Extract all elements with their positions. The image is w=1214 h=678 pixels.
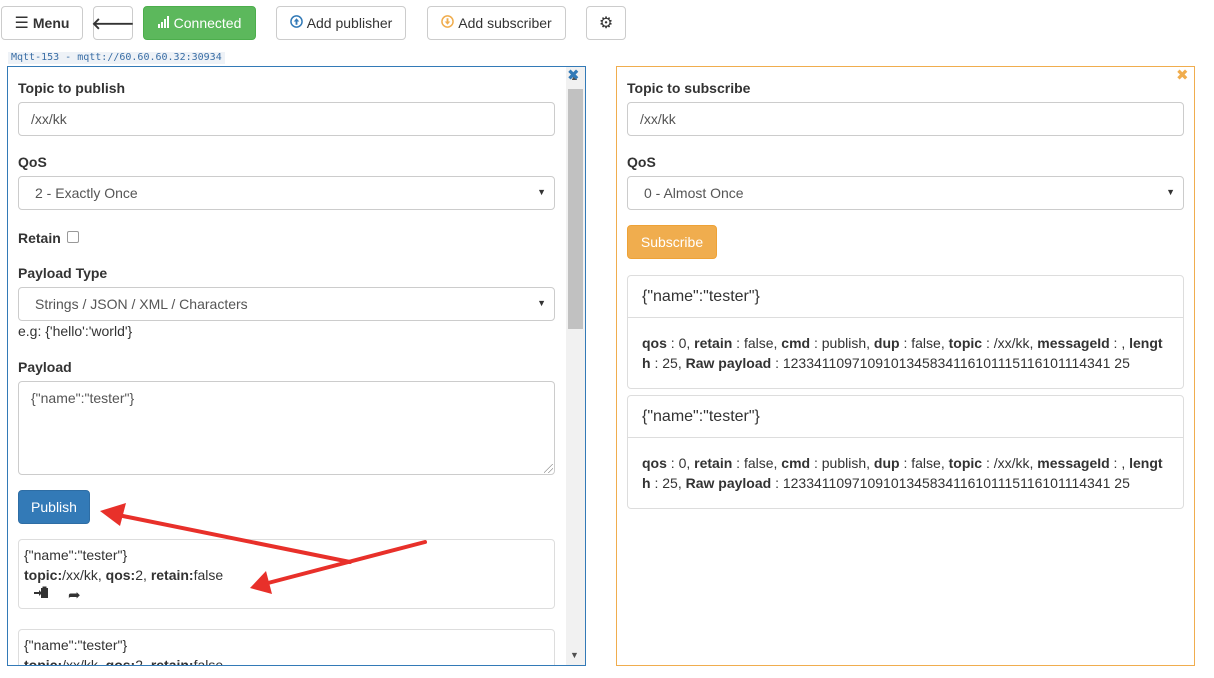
add-subscriber-label: Add subscriber: [458, 15, 552, 31]
payload-label: Payload: [18, 359, 72, 375]
retain-checkbox[interactable]: [67, 231, 79, 243]
arrow-left-icon: 🡐: [91, 15, 135, 33]
add-publisher-button[interactable]: Add publisher: [276, 6, 406, 40]
message-meta: topic:/xx/kk, qos:2, retain:false: [24, 567, 224, 583]
publish-button[interactable]: Publish: [18, 490, 90, 524]
close-publisher-icon[interactable]: ✖: [567, 68, 580, 84]
caret-down-icon: ▼: [537, 298, 546, 308]
scroll-down-icon[interactable]: ▼: [570, 650, 579, 660]
circle-arrow-down-icon: [441, 15, 455, 31]
scroll-thumb[interactable]: [568, 89, 583, 329]
settings-button[interactable]: ⚙: [586, 6, 626, 40]
payload-example-hint: e.g: {'hello':'world'}: [18, 323, 133, 339]
signal-icon: [157, 15, 170, 31]
connected-button[interactable]: Connected: [143, 6, 256, 40]
publisher-scrollbar[interactable]: ▲ ▼: [566, 67, 585, 665]
received-payload: {"name":"tester"}: [628, 396, 1183, 438]
close-subscriber-icon[interactable]: ✖: [1176, 68, 1189, 84]
publisher-panel: Topic to publish /xx/kk QoS 2 - Exactly …: [7, 66, 586, 666]
caret-down-icon: ▼: [537, 187, 546, 197]
topic-publish-label: Topic to publish: [18, 80, 126, 96]
qos-select-value: 2 - Exactly Once: [35, 185, 138, 201]
copy-to-payload-icon[interactable]: [34, 586, 50, 604]
topic-subscribe-input[interactable]: /xx/kk: [627, 102, 1184, 136]
menu-button[interactable]: ☰ Menu: [1, 6, 83, 40]
subscribe-label: Subscribe: [640, 234, 704, 250]
add-publisher-label: Add publisher: [306, 15, 393, 31]
retain-label: Retain: [18, 230, 61, 246]
published-message: {"name":"tester"} topic:/xx/kk, qos:2, r…: [18, 629, 555, 666]
publish-label: Publish: [31, 499, 77, 515]
connected-label: Connected: [173, 15, 242, 31]
share-forward-icon[interactable]: ➦: [68, 586, 81, 604]
qos-label: QoS: [18, 154, 47, 170]
gear-icon: ⚙: [598, 15, 614, 32]
message-meta: topic:/xx/kk, qos:2, retain:false: [24, 657, 224, 666]
sub-qos-select[interactable]: 0 - Almost Once ▼: [627, 176, 1184, 210]
received-message: {"name":"tester"} qos : 0, retain : fals…: [627, 275, 1184, 389]
caret-down-icon: ▼: [1166, 187, 1175, 197]
sub-qos-value: 0 - Almost Once: [644, 185, 744, 201]
resize-grip-icon[interactable]: [544, 464, 553, 473]
circle-arrow-up-icon: [289, 15, 303, 31]
qos-select[interactable]: 2 - Exactly Once ▼: [18, 176, 555, 210]
subscriber-panel: Topic to subscribe /xx/kk QoS 0 - Almost…: [616, 66, 1195, 666]
back-button[interactable]: 🡐: [91, 6, 135, 40]
payload-text: {"name":"tester"}: [31, 390, 135, 406]
add-subscriber-button[interactable]: Add subscriber: [427, 6, 566, 40]
received-meta: qos : 0, retain : false, cmd : publish, …: [642, 455, 1163, 491]
payload-type-select[interactable]: Strings / JSON / XML / Characters ▼: [18, 287, 555, 321]
topic-subscribe-label: Topic to subscribe: [627, 80, 751, 96]
message-payload: {"name":"tester"}: [24, 637, 128, 653]
message-payload: {"name":"tester"}: [24, 547, 128, 563]
subscribe-button[interactable]: Subscribe: [627, 225, 717, 259]
payload-type-label: Payload Type: [18, 265, 108, 281]
menu-label: Menu: [32, 15, 70, 31]
received-payload: {"name":"tester"}: [628, 276, 1183, 318]
received-meta: qos : 0, retain : false, cmd : publish, …: [642, 335, 1163, 371]
hamburger-icon: ☰: [14, 15, 29, 32]
published-message: {"name":"tester"} topic:/xx/kk, qos:2, r…: [18, 539, 555, 609]
connection-label: Mqtt-153 - mqtt://60.60.60.32:30934: [8, 52, 225, 64]
sub-qos-label: QoS: [627, 154, 656, 170]
payload-textarea[interactable]: {"name":"tester"}: [18, 381, 555, 475]
received-message: {"name":"tester"} qos : 0, retain : fals…: [627, 395, 1184, 509]
topic-publish-input[interactable]: /xx/kk: [18, 102, 555, 136]
payload-type-value: Strings / JSON / XML / Characters: [35, 296, 248, 312]
